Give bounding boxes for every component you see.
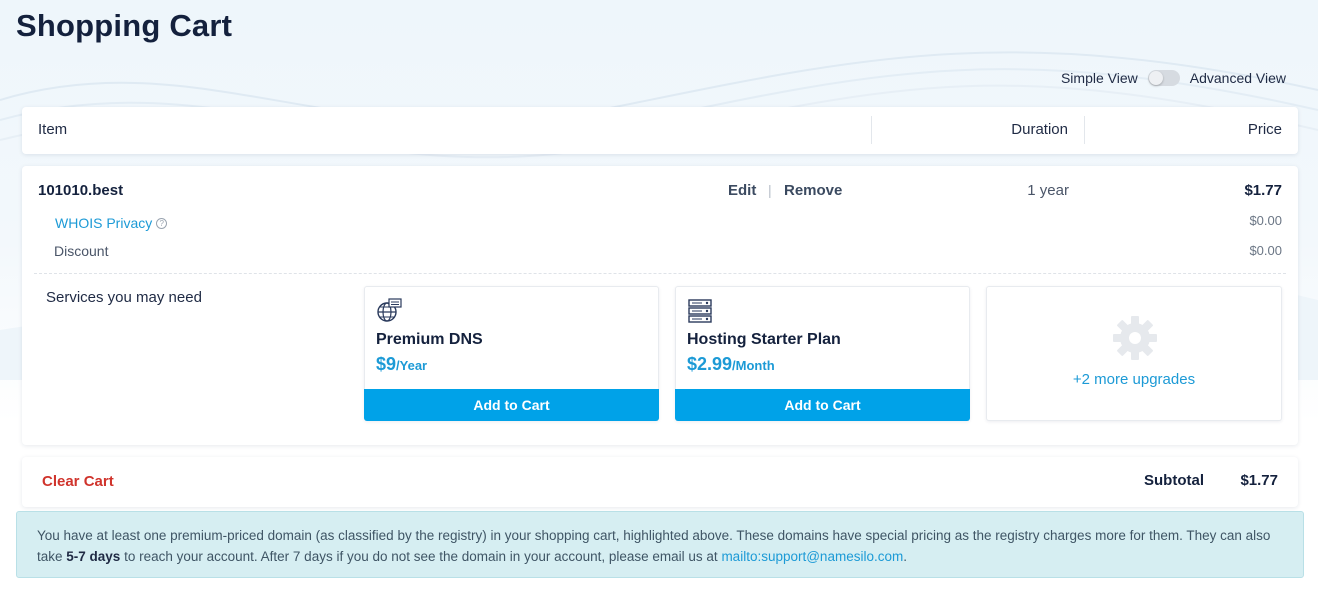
notice-end: . — [903, 549, 907, 564]
whois-privacy-label: WHOIS Privacy — [55, 215, 153, 231]
globe-dns-icon — [377, 298, 402, 322]
card-price: $2.99/Month — [687, 354, 775, 375]
more-upgrades-card[interactable]: +2 more upgrades — [986, 286, 1282, 421]
view-switch[interactable] — [1147, 70, 1180, 86]
price-amount: $9 — [376, 354, 397, 374]
price-period: /Year — [396, 358, 428, 373]
price-amount: $2.99 — [687, 354, 733, 374]
gear-icon — [1113, 316, 1157, 360]
support-email-link[interactable]: mailto:support@namesilo.com — [721, 549, 903, 564]
more-upgrades-label: +2 more upgrades — [1072, 371, 1196, 388]
whois-privacy-link[interactable]: WHOIS Privacy? — [55, 215, 168, 231]
column-divider — [871, 116, 872, 144]
discount-price: $0.00 — [1249, 243, 1282, 258]
dashed-divider — [34, 273, 1286, 274]
item-column-header: Item — [38, 121, 68, 138]
notice-text: to reach your account. After 7 days if y… — [120, 549, 722, 564]
card-title: Premium DNS — [376, 331, 483, 348]
cart-item: 101010.best Edit | Remove 1 year $1.77 W… — [22, 166, 1298, 445]
add-to-cart-button[interactable]: Add to Cart — [364, 389, 659, 421]
view-toggle: Simple View Advanced View — [1061, 70, 1286, 86]
clear-cart-button[interactable]: Clear Cart — [42, 473, 114, 490]
cart-footer: Clear Cart Subtotal $1.77 — [22, 457, 1298, 507]
advanced-view-label[interactable]: Advanced View — [1190, 70, 1286, 86]
services-label: Services you may need — [46, 289, 202, 306]
server-icon — [688, 299, 712, 323]
card-price: $9/Year — [376, 354, 427, 375]
simple-view-label[interactable]: Simple View — [1061, 70, 1138, 86]
hosting-starter-card: Hosting Starter Plan $2.99/Month Add to … — [675, 286, 970, 421]
whois-privacy-price: $0.00 — [1249, 213, 1282, 228]
domain-name: 101010.best — [38, 182, 124, 199]
column-divider — [1084, 116, 1085, 144]
duration-column-header: Duration — [1011, 121, 1068, 138]
subtotal-value: $1.77 — [1240, 472, 1278, 489]
edit-link[interactable]: Edit — [728, 182, 756, 199]
discount-label: Discount — [54, 243, 109, 259]
premium-domain-notice: You have at least one premium-priced dom… — [16, 511, 1304, 578]
notice-bold-days: 5-7 days — [66, 549, 121, 564]
premium-dns-card: Premium DNS $9/Year Add to Cart — [364, 286, 659, 421]
remove-link[interactable]: Remove — [784, 182, 842, 199]
card-title: Hosting Starter Plan — [687, 331, 841, 348]
page-title: Shopping Cart — [16, 8, 233, 43]
item-duration: 1 year — [1027, 182, 1069, 199]
view-switch-knob — [1148, 71, 1163, 85]
cart-table-header: Item Duration Price — [22, 107, 1298, 154]
item-price: $1.77 — [1244, 182, 1282, 199]
help-icon[interactable]: ? — [156, 218, 168, 229]
subtotal-label: Subtotal — [1144, 472, 1204, 489]
link-separator: | — [768, 182, 772, 198]
price-period: /Month — [732, 358, 775, 373]
add-to-cart-button[interactable]: Add to Cart — [675, 389, 970, 421]
price-column-header: Price — [1247, 121, 1282, 138]
